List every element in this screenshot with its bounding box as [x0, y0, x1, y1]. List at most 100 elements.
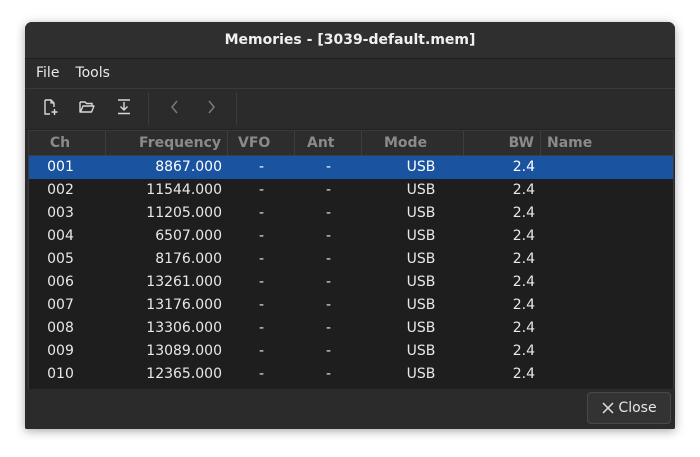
save-button[interactable] — [112, 97, 136, 121]
table-row[interactable]: 008 13306.000 - - USB 2.4 — [29, 317, 673, 340]
table-row[interactable]: 003 11205.000 - - USB 2.4 — [29, 202, 673, 225]
cell-ch: 008 — [47, 320, 74, 336]
cell-vfo: - — [258, 320, 265, 336]
previous-button[interactable] — [163, 97, 187, 121]
cell-ant: - — [325, 297, 332, 313]
toolbar-separator — [148, 93, 149, 125]
cell-ant: - — [325, 343, 332, 359]
cell-frequency: 8867.000 — [155, 159, 222, 175]
column-header-vfo[interactable]: VFO — [228, 131, 295, 155]
table-row[interactable]: 007 13176.000 - - USB 2.4 — [29, 294, 673, 317]
table-row[interactable]: 010 12365.000 - - USB 2.4 — [29, 363, 673, 386]
cell-name — [541, 363, 673, 386]
close-button-label: Close — [618, 400, 657, 416]
cell-frequency: 13261.000 — [146, 274, 222, 290]
cell-name — [541, 340, 673, 363]
open-file-button[interactable] — [75, 97, 99, 121]
close-button[interactable]: Close — [587, 392, 671, 424]
cell-name — [541, 202, 673, 225]
cell-frequency: 11544.000 — [146, 182, 222, 198]
cell-bw: 2.4 — [512, 297, 535, 313]
cell-bw: 2.4 — [512, 228, 535, 244]
cell-ant: - — [325, 366, 332, 382]
table-row[interactable]: 004 6507.000 - - USB 2.4 — [29, 225, 673, 248]
cell-ant: - — [325, 182, 332, 198]
cell-frequency: 13176.000 — [146, 297, 222, 313]
cell-name — [541, 294, 673, 317]
cell-ch: 001 — [47, 159, 74, 175]
cell-vfo: - — [258, 159, 265, 175]
cell-frequency: 13306.000 — [146, 320, 222, 336]
cell-vfo: - — [258, 366, 265, 382]
close-icon — [601, 401, 615, 415]
cell-frequency: 13089.000 — [146, 343, 222, 359]
memories-window: Memories - [3039-default.mem] File Tools — [25, 22, 675, 429]
cell-mode: USB — [406, 251, 436, 267]
cell-name — [541, 248, 673, 271]
window-title: Memories - [3039-default.mem] — [224, 32, 476, 48]
cell-ch: 009 — [47, 343, 74, 359]
cell-frequency: 11205.000 — [146, 205, 222, 221]
table-row[interactable]: 006 13261.000 - - USB 2.4 — [29, 271, 673, 294]
cell-vfo: - — [258, 251, 265, 267]
cell-mode: USB — [406, 343, 436, 359]
cell-name — [541, 317, 673, 340]
cell-ant: - — [325, 251, 332, 267]
cell-name — [541, 179, 673, 202]
cell-bw: 2.4 — [512, 251, 535, 267]
cell-ant: - — [325, 274, 332, 290]
column-header-ant[interactable]: Ant — [295, 131, 362, 155]
column-header-mode[interactable]: Mode — [362, 131, 464, 155]
download-icon — [115, 98, 133, 120]
cell-frequency: 8176.000 — [155, 251, 222, 267]
column-header-bw[interactable]: BW — [464, 131, 541, 155]
table-row[interactable]: 002 11544.000 - - USB 2.4 — [29, 179, 673, 202]
table-row[interactable]: 001 8867.000 - - USB 2.4 — [29, 156, 673, 179]
column-header-name[interactable]: Name — [541, 131, 673, 155]
column-header-frequency[interactable]: Frequency — [106, 131, 228, 155]
cell-vfo: - — [258, 274, 265, 290]
cell-bw: 2.4 — [512, 182, 535, 198]
cell-name — [541, 225, 673, 248]
cell-ch: 005 — [47, 251, 74, 267]
cell-name — [541, 271, 673, 294]
cell-ant: - — [325, 228, 332, 244]
title-bar[interactable]: Memories - [3039-default.mem] — [25, 22, 675, 59]
cell-mode: USB — [406, 159, 436, 175]
toolbar-separator — [236, 93, 237, 125]
memories-table[interactable]: Ch Frequency VFO Ant Mode BW Name 001 886… — [28, 130, 674, 390]
cell-bw: 2.4 — [512, 159, 535, 175]
cell-mode: USB — [406, 274, 436, 290]
table-header: Ch Frequency VFO Ant Mode BW Name — [29, 131, 673, 156]
cell-ch: 006 — [47, 274, 74, 290]
next-button[interactable] — [199, 97, 223, 121]
cell-vfo: - — [258, 343, 265, 359]
cell-mode: USB — [406, 182, 436, 198]
cell-vfo: - — [258, 297, 265, 313]
open-folder-icon — [78, 98, 96, 120]
table-row[interactable]: 005 8176.000 - - USB 2.4 — [29, 248, 673, 271]
next-icon — [202, 98, 220, 120]
cell-bw: 2.4 — [512, 274, 535, 290]
new-file-button[interactable] — [38, 97, 62, 121]
cell-ch: 007 — [47, 297, 74, 313]
cell-mode: USB — [406, 366, 436, 382]
menu-tools[interactable]: Tools — [67, 59, 118, 87]
dialog-footer: Close — [25, 389, 675, 429]
menu-bar: File Tools — [25, 59, 675, 87]
cell-vfo: - — [258, 205, 265, 221]
table-row[interactable]: 009 13089.000 - - USB 2.4 — [29, 340, 673, 363]
cell-ch: 004 — [47, 228, 74, 244]
cell-bw: 2.4 — [512, 366, 535, 382]
cell-vfo: - — [258, 228, 265, 244]
cell-bw: 2.4 — [512, 343, 535, 359]
column-header-ch[interactable]: Ch — [29, 131, 106, 155]
cell-ch: 010 — [47, 366, 74, 382]
toolbar — [25, 88, 675, 130]
cell-frequency: 12365.000 — [146, 366, 222, 382]
menu-file[interactable]: File — [25, 59, 67, 87]
cell-mode: USB — [406, 228, 436, 244]
cell-name — [541, 156, 673, 179]
previous-icon — [166, 98, 184, 120]
cell-mode: USB — [406, 205, 436, 221]
